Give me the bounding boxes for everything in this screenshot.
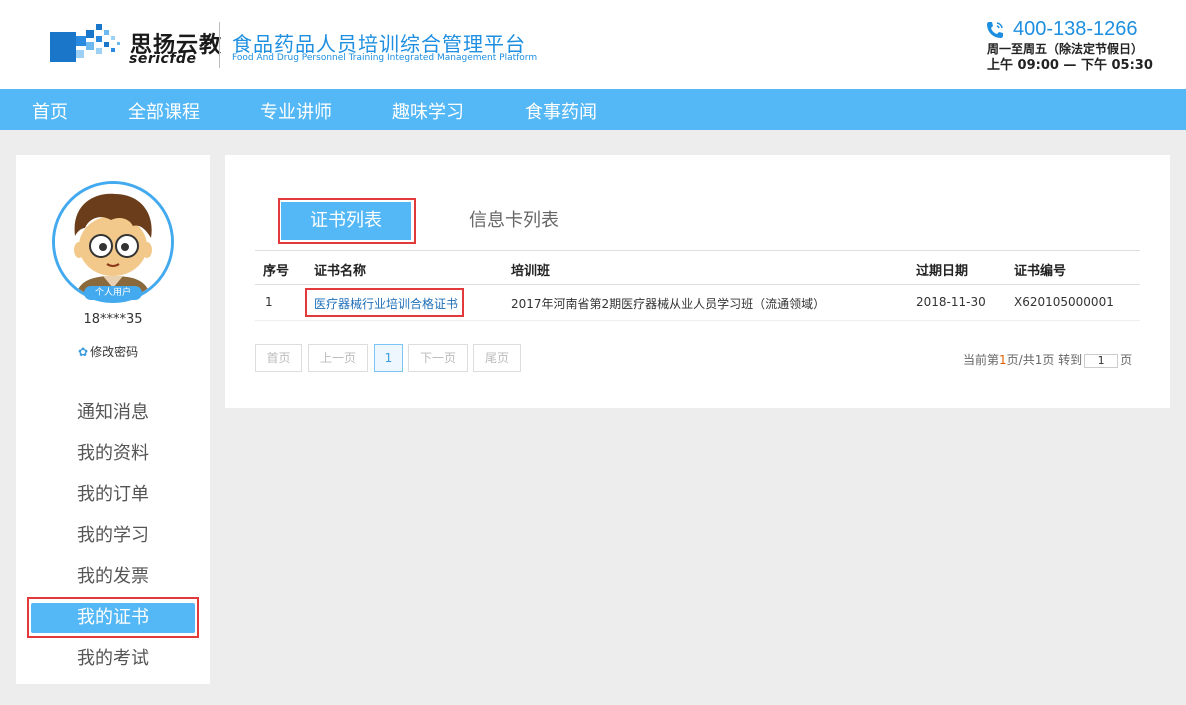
tab-highlight-box: [278, 198, 416, 244]
pagination-info-suffix: 页 转到: [1042, 353, 1083, 367]
table-divider: [255, 320, 1140, 321]
brand-divider: [219, 22, 220, 68]
column-header-expiry: 过期日期: [916, 264, 969, 279]
sidebar-item-notifications[interactable]: 通知消息: [31, 398, 195, 428]
nav-home[interactable]: 首页: [32, 98, 68, 124]
site-header: 思扬云教 sericfde 食品药品人员培训综合管理平台 Food And Dr…: [0, 0, 1186, 89]
nav-news[interactable]: 食事药闻: [525, 98, 597, 124]
sidebar-item-learning[interactable]: 我的学习: [31, 521, 195, 551]
user-type-badge: 个人用户: [84, 286, 142, 300]
certificates-highlight-box: [27, 597, 199, 638]
logo-icon: [50, 24, 120, 62]
sidebar-item-invoices[interactable]: 我的发票: [31, 562, 195, 592]
avatar[interactable]: [52, 181, 174, 303]
nav-fun-learning[interactable]: 趣味学习: [392, 98, 464, 124]
sidebar-item-profile[interactable]: 我的资料: [31, 439, 195, 469]
table-cell-class: 2017年河南省第2期医疗器械从业人员学习班（流通领域）: [511, 297, 826, 311]
pagination-info-mid: 页/共: [1006, 353, 1035, 367]
pagination-prev-button[interactable]: 上一页: [308, 344, 368, 372]
phone-icon: [987, 22, 1003, 38]
gear-icon: ✿: [78, 345, 89, 359]
pagination-current-page: 1: [999, 353, 1007, 367]
sidebar-item-orders[interactable]: 我的订单: [31, 480, 195, 510]
table-divider: [255, 284, 1140, 285]
column-header-class: 培训班: [511, 264, 551, 279]
platform-subtitle: Food And Drug Personnel Training Integra…: [232, 53, 538, 63]
nav-all-courses[interactable]: 全部课程: [128, 98, 200, 124]
pagination-last-button[interactable]: 尾页: [473, 344, 521, 372]
service-hours: 上午 09:00 — 下午 05:30: [987, 58, 1153, 73]
pagination-goto-suffix: 页: [1120, 353, 1133, 367]
user-sidebar: 个人用户 18****35 ✿ 修改密码 通知消息 我的资料 我的订单 我的学习 …: [16, 155, 210, 684]
table-cell-index: 1: [265, 295, 273, 309]
sidebar-item-exams[interactable]: 我的考试: [31, 644, 195, 674]
column-header-index: 序号: [263, 264, 290, 279]
hotline-number: 400-138-1266: [1013, 18, 1138, 40]
user-phone: 18****35: [83, 312, 143, 327]
column-header-number: 证书编号: [1014, 264, 1067, 279]
column-header-name: 证书名称: [314, 264, 367, 279]
change-password-link[interactable]: ✿ 修改密码: [78, 343, 138, 360]
pagination-page-1[interactable]: 1: [374, 344, 403, 372]
certificate-panel: 证书列表 信息卡列表 序号 证书名称 培训班 过期日期 证书编号 1 医疗器械行…: [225, 155, 1170, 408]
pagination-info: 当前第1页/共1页 转到 1 页: [963, 351, 1132, 368]
main-nav: 首页 全部课程 专业讲师 趣味学习 食事药闻: [0, 89, 1186, 130]
tab-info-card-list[interactable]: 信息卡列表: [449, 202, 579, 240]
pagination-next-button[interactable]: 下一页: [408, 344, 468, 372]
pagination-first-button[interactable]: 首页: [255, 344, 302, 372]
goto-page-input[interactable]: 1: [1084, 353, 1119, 368]
nav-lecturers[interactable]: 专业讲师: [260, 98, 332, 124]
cartoon-avatar-icon: [55, 184, 171, 300]
certificate-highlight-box: [305, 288, 464, 317]
table-cell-expiry: 2018-11-30: [916, 295, 986, 309]
table-cell-number: X620105000001: [1014, 295, 1114, 309]
brand-name-en: sericfde: [129, 51, 197, 67]
pagination-info-prefix: 当前第: [963, 353, 1000, 367]
table-divider: [255, 250, 1140, 251]
change-password-label: 修改密码: [90, 345, 139, 359]
